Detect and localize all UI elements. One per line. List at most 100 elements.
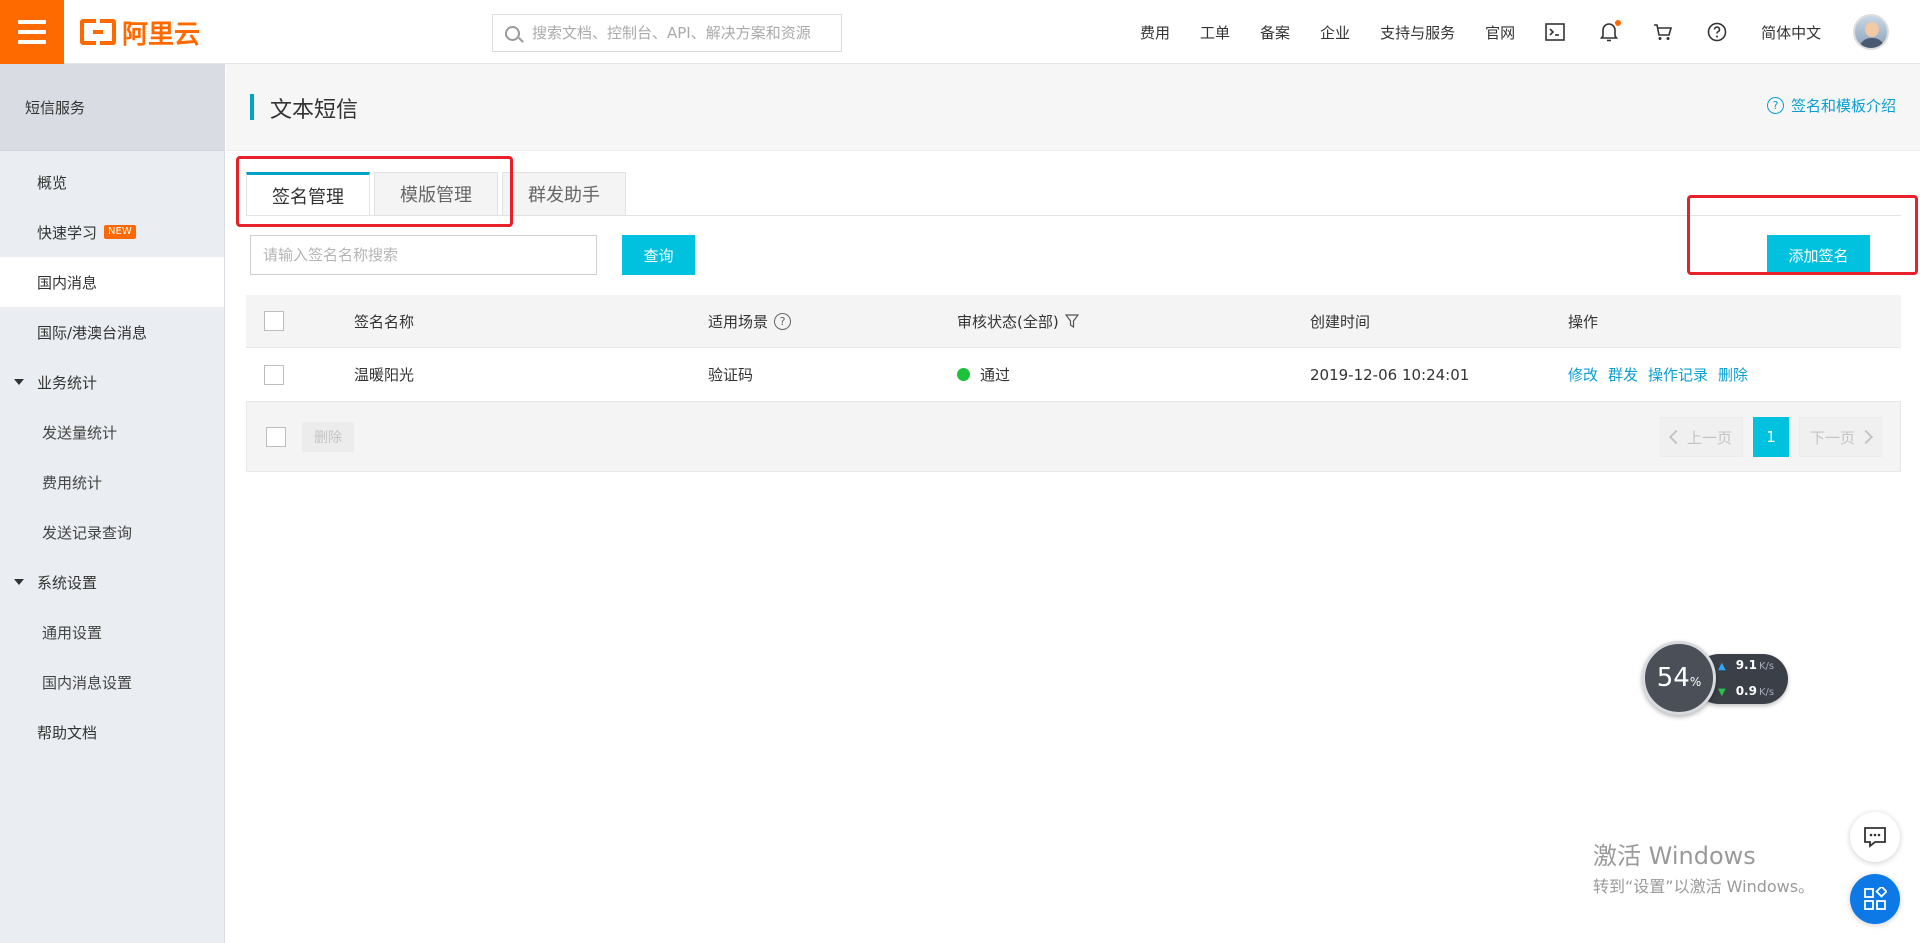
next-page-label: 下一页 [1809,428,1855,447]
sidebar-item-domestic-settings[interactable]: 国内消息设置 [0,657,224,707]
prev-page-button[interactable]: 上一页 [1659,417,1743,457]
bell-icon[interactable] [1599,20,1622,42]
caret-down-icon [14,379,24,385]
user-avatar[interactable] [1853,14,1890,50]
help-question-icon[interactable] [1707,22,1727,42]
add-signature-button[interactable]: 添加签名 [1767,235,1870,275]
sidebar-item-international[interactable]: 国际/港澳台消息 [0,307,224,357]
watermark-line1: 激活 Windows [1593,842,1756,870]
terminal-icon[interactable] [1545,22,1565,42]
nav-link-official-site[interactable]: 官网 [1485,22,1515,43]
col-header-name: 签名名称 [354,312,415,331]
caret-down-icon [14,579,24,585]
query-button[interactable]: 查询 [622,235,695,275]
memory-usage-gauge: 54 % [1642,641,1716,715]
global-search-input[interactable] [532,24,832,42]
chevron-right-icon [1858,429,1874,445]
page-number-1[interactable]: 1 [1752,417,1789,457]
table-row: 温暖阳光 验证码 通过 2019-12-06 10:24:01 修改 群发 操作… [246,348,1901,402]
nav-link-enterprise[interactable]: 企业 [1320,22,1350,43]
upload-unit: K/s [1758,661,1775,672]
sidebar-item-label: 发送记录查询 [42,523,133,542]
col-header-created: 创建时间 [1310,312,1371,331]
usage-percent-sign: % [1689,675,1702,689]
sidebar-group-label: 业务统计 [37,373,98,392]
nav-link-fees[interactable]: 费用 [1140,22,1170,43]
upload-speed: ▲ 9.1 K/s [1718,658,1774,672]
operation-log-link[interactable]: 操作记录 [1648,364,1708,385]
title-accent-bar [250,94,254,120]
status-approved-dot-icon [957,368,970,381]
arrow-down-icon: ▼ [1718,687,1726,698]
sidebar-item-label: 费用统计 [42,473,103,492]
tab-bulk-send-assistant[interactable]: 群发助手 [502,172,626,215]
sidebar-title: 短信服务 [0,64,224,151]
sidebar-item-label: 发送量统计 [42,423,118,442]
top-navbar: 阿里云 费用 工单 备案 企业 支持与服务 官网 简体中文 [0,0,1920,64]
footer-select-all-checkbox[interactable] [266,427,286,447]
menu-hamburger-button[interactable] [0,0,64,64]
sidebar-item-general-settings[interactable]: 通用设置 [0,607,224,657]
nav-link-support[interactable]: 支持与服务 [1380,22,1455,43]
tab-signature-management[interactable]: 签名管理 [246,172,370,216]
language-switch[interactable]: 简体中文 [1761,22,1821,43]
next-page-button[interactable]: 下一页 [1798,417,1882,457]
sidebar-item-cost-stats[interactable]: 费用统计 [0,457,224,507]
sidebar-group-business-stats[interactable]: 业务统计 [0,357,224,407]
sidebar-group-label: 系统设置 [37,573,98,592]
col-header-scene: 适用场景 [708,312,769,331]
scene-help-icon[interactable]: ? [774,312,792,330]
download-speed: ▼ 0.9 K/s [1718,684,1774,698]
sidebar-item-send-records[interactable]: 发送记录查询 [0,507,224,557]
sidebar-item-overview[interactable]: 概览 [0,157,224,207]
sidebar-item-domestic[interactable]: 国内消息 [0,257,224,307]
cell-status: 通过 [980,366,1011,384]
cell-scene: 验证码 [708,366,754,384]
sidebar-group-system-settings[interactable]: 系统设置 [0,557,224,607]
aliyun-logo-icon [80,19,116,45]
edit-link[interactable]: 修改 [1568,364,1598,385]
chevron-left-icon [1668,429,1684,445]
sidebar-item-label: 概览 [37,173,68,192]
select-all-checkbox[interactable] [264,311,284,331]
filter-funnel-icon[interactable] [1064,314,1079,328]
batch-delete-button[interactable]: 删除 [302,422,354,452]
delete-link[interactable]: 删除 [1718,364,1748,385]
sidebar-item-label: 快速学习 [37,223,98,242]
arrow-up-icon: ▲ [1718,661,1726,672]
signature-table: 签名名称 适用场景 ? 审核状态(全部) 创建时间 操作 温暖阳光 验证码 通过… [246,295,1901,402]
col-header-ops: 操作 [1568,312,1599,331]
sidebar: 短信服务 概览 快速学习 NEW 国内消息 国际/港澳台消息 业务统计 发送量统… [0,64,225,943]
sidebar-item-send-volume[interactable]: 发送量统计 [0,407,224,457]
sidebar-item-label: 帮助文档 [37,723,98,742]
network-speed-widget[interactable]: ▲ 9.1 K/s ▼ 0.9 K/s 54 % [1642,641,1788,715]
apps-float-button[interactable] [1850,874,1900,924]
pagination: 上一页 1 下一页 [1659,417,1882,457]
tab-template-management[interactable]: 模版管理 [374,172,498,215]
download-unit: K/s [1758,687,1775,698]
nav-link-icp[interactable]: 备案 [1260,22,1290,43]
table-footer: 删除 上一页 1 下一页 [246,402,1901,472]
aliyun-logo[interactable]: 阿里云 [80,14,200,50]
sidebar-item-quick-learn[interactable]: 快速学习 NEW [0,207,224,257]
table-header-row: 签名名称 适用场景 ? 审核状态(全部) 创建时间 操作 [246,295,1901,348]
upload-value: 9.1 [1735,658,1757,672]
sidebar-item-label: 国际/港澳台消息 [37,323,148,342]
main-content: 文本短信 ? 签名和模板介绍 签名管理 模版管理 群发助手 查询 添加签名 签名… [226,64,1920,943]
cell-created-time: 2019-12-06 10:24:01 [1310,365,1470,384]
global-search[interactable] [492,14,842,52]
download-value: 0.9 [1735,684,1757,698]
new-badge: NEW [104,225,136,239]
tab-bar: 签名管理 模版管理 群发助手 [246,172,630,216]
chat-float-button[interactable] [1850,812,1900,862]
top-nav-links: 费用 工单 备案 企业 支持与服务 官网 简体中文 [1140,0,1890,64]
signature-search-input[interactable] [250,235,597,275]
page-header: 文本短信 ? 签名和模板介绍 [226,64,1920,151]
sidebar-item-help-docs[interactable]: 帮助文档 [0,707,224,757]
cart-icon[interactable] [1653,22,1673,42]
nav-link-tickets[interactable]: 工单 [1200,22,1230,43]
row-checkbox[interactable] [264,364,284,385]
signature-template-intro-link[interactable]: ? 签名和模板介绍 [1766,95,1896,116]
bulk-send-link[interactable]: 群发 [1608,364,1638,385]
sidebar-item-label: 国内消息 [37,273,98,292]
